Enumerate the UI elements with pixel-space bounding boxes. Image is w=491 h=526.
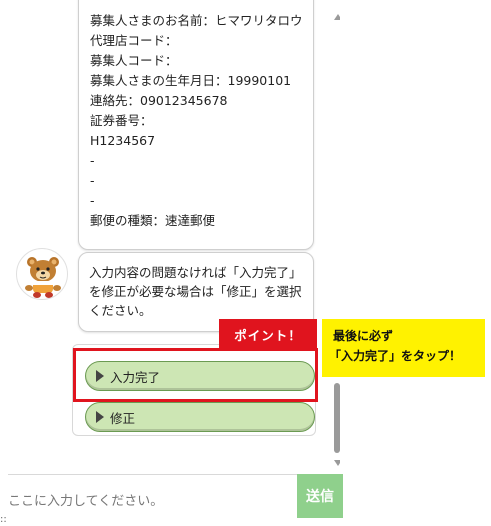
confirm-line: 証券番号： [90,113,153,128]
confirm-line: H1234567 [90,133,156,148]
instruction-note-line1: 最後に必ず [333,329,394,343]
confirm-line: 連絡先：09012345678 [90,93,228,108]
confirm-line: - [90,173,95,188]
message-input-row: 送信 [0,474,491,526]
edit-label: 修正 [110,410,136,426]
input-divider [8,474,343,475]
bot-message-line: を修正が必要な場合は「修正」を選択 [89,284,302,299]
confirm-line: - [90,153,95,168]
confirmation-bubble: 募集人さまのお名前：ヒマワリタロウ 代理店コード： 募集人コード： 募集人さまの… [78,0,314,250]
instruction-note-line2: 「入力完了」をタップ！ [329,349,462,363]
bot-message-line: 入力内容の問題なければ「入力完了」 [89,265,302,280]
highlight-frame [73,348,318,402]
confirm-line: - [90,193,95,208]
edit-button[interactable]: 修正 [85,402,315,432]
bot-message-line: ください。 [89,303,152,318]
scrollbar-thumb[interactable] [334,383,340,453]
confirm-line: 募集人さまの生年月日：19990101 [90,73,292,88]
confirm-line: 募集人さまのお名前：ヒマワリタロウ [90,13,303,28]
message-input[interactable] [8,482,288,520]
scroll-up-arrow-icon[interactable] [334,14,340,20]
bear-mascot-icon [25,257,61,298]
confirm-line: 募集人コード： [90,53,178,68]
play-triangle-icon [96,411,104,423]
send-button[interactable]: 送信 [297,474,343,518]
point-badge: ポイント！ [219,319,317,349]
chat-scrollbar[interactable] [333,0,340,468]
corner-mark: :: [0,514,7,525]
instruction-note: 最後に必ず 「入力完了」をタップ！ [322,319,485,377]
scroll-down-arrow-icon[interactable] [334,460,340,466]
bot-avatar [16,248,68,300]
confirm-line: 代理店コード： [90,33,178,48]
confirm-line: 郵便の種類：速達郵便 [90,213,216,228]
